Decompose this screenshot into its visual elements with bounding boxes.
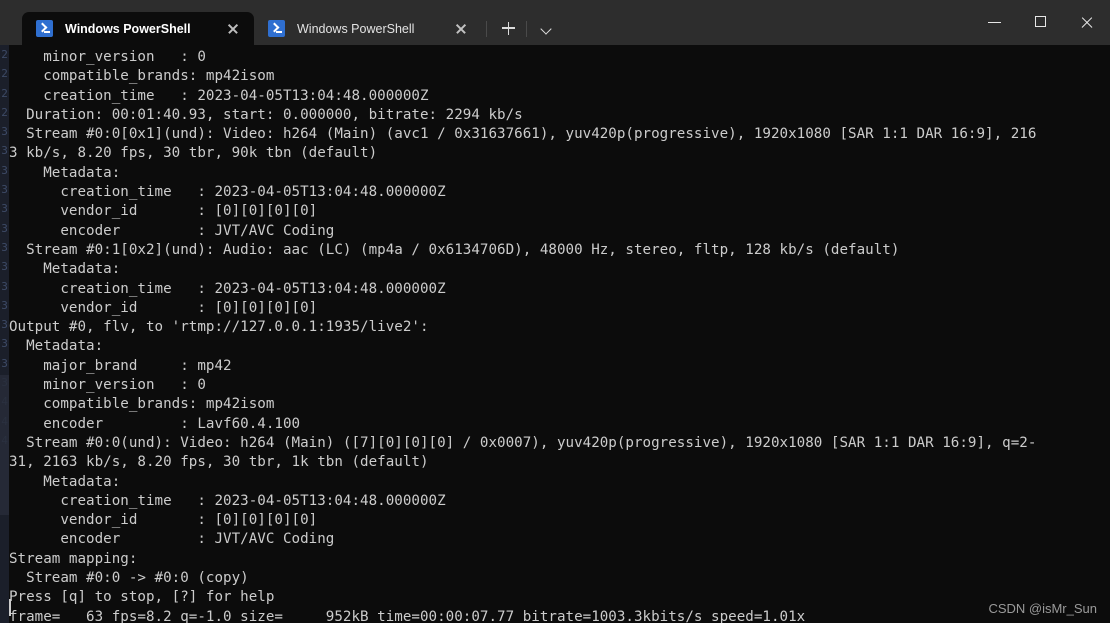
tab-windows-powershell-1[interactable]: Windows PowerShell (22, 12, 254, 45)
terminal-line: major_brand : mp42 (9, 357, 232, 374)
terminal-window: Windows PowerShell Windows PowerShell 2 2… (0, 0, 1110, 623)
terminal-line: encoder : Lavf60.4.100 (9, 415, 301, 432)
terminal-line: encoder : JVT/AVC Coding (9, 531, 335, 548)
gutter-line: 3 (1, 221, 8, 235)
terminal-line: Metadata: (9, 338, 104, 355)
gutter-line: 2 (1, 86, 8, 100)
terminal-line: Output #0, flv, to 'rtmp://127.0.0.1:193… (9, 319, 429, 336)
gutter-line (0, 585, 9, 604)
terminal-line: Metadata: (9, 473, 121, 490)
divider (526, 21, 527, 37)
terminal-line: vendor_id : [0][0][0][0] (9, 203, 318, 220)
gutter-line: 2 (1, 48, 8, 61)
gutter-line (0, 566, 9, 585)
terminal-line: Duration: 00:01:40.93, start: 0.000000, … (9, 106, 523, 123)
gutter-line: 2 (1, 105, 8, 119)
terminal-line: creation_time : 2023-04-05T13:04:48.0000… (9, 280, 446, 297)
close-icon[interactable] (220, 16, 246, 42)
gutter-line (0, 605, 9, 623)
tab-windows-powershell-2[interactable]: Windows PowerShell (254, 12, 482, 45)
terminal-line: Stream #0:0[0x1](und): Video: h264 (Main… (9, 126, 1037, 143)
terminal-line: Press [q] to stop, [?] for help (9, 589, 275, 606)
terminal-line: minor_version : 0 (9, 377, 206, 394)
gutter-line: 3 (1, 337, 8, 351)
gutter-line: 3 (1, 356, 8, 370)
window-controls (972, 0, 1110, 45)
gutter-line: 3 (1, 144, 8, 158)
gutter-line: 3 (1, 163, 8, 177)
gutter-line: 3 (1, 125, 8, 139)
scrollbar-thumb[interactable] (0, 375, 9, 515)
gutter-line-numbers: 222233333333333333444 (0, 45, 9, 623)
terminal-line: encoder : JVT/AVC Coding (9, 222, 335, 239)
text-cursor (9, 599, 11, 616)
tab-strip: Windows PowerShell Windows PowerShell (0, 0, 560, 45)
terminal-line: creation_time : 2023-04-05T13:04:48.0000… (9, 87, 429, 104)
terminal-line: minor_version : 0 (9, 49, 206, 65)
terminal-line: Stream mapping: (9, 550, 138, 567)
gutter-line: 3 (1, 279, 8, 293)
terminal-line: Metadata: (9, 261, 121, 278)
terminal-line: Stream #0:1[0x2](und): Audio: aac (LC) (… (9, 241, 900, 258)
terminal-line: Metadata: (9, 164, 121, 181)
terminal-line: 31, 2163 kb/s, 8.20 fps, 30 tbr, 1k tbn … (9, 454, 429, 471)
terminal-line: 3 kb/s, 8.20 fps, 30 tbr, 90k tbn (defau… (9, 145, 378, 162)
terminal-output[interactable]: minor_version : 0 compatible_brands: mp4… (9, 45, 1110, 623)
gutter-line: 3 (1, 298, 8, 312)
gutter-line (0, 527, 9, 546)
terminal-line: vendor_id : [0][0][0][0] (9, 299, 318, 316)
terminal-line: Stream #0:0(und): Video: h264 (Main) ([7… (9, 434, 1037, 451)
terminal-line: creation_time : 2023-04-05T13:04:48.0000… (9, 184, 446, 201)
gutter-line: 3 (1, 202, 8, 216)
divider (486, 21, 487, 37)
new-tab-button[interactable] (494, 14, 522, 42)
gutter-line: 3 (1, 183, 8, 197)
terminal-line: compatible_brands: mp42isom (9, 68, 275, 85)
powershell-icon (36, 20, 53, 37)
window-close-icon[interactable] (1064, 0, 1110, 45)
tab-title: Windows PowerShell (297, 21, 415, 36)
terminal-line: vendor_id : [0][0][0][0] (9, 512, 318, 529)
minimize-icon[interactable] (972, 0, 1018, 45)
powershell-icon (268, 20, 285, 37)
gutter-line (0, 547, 9, 566)
title-bar: Windows PowerShell Windows PowerShell (0, 0, 1110, 45)
gutter-line: 3 (1, 260, 8, 274)
gutter-line: 3 (1, 318, 8, 332)
gutter-line: 3 (1, 240, 8, 254)
chevron-down-icon[interactable] (534, 14, 560, 42)
tab-title: Windows PowerShell (65, 21, 191, 36)
maximize-icon[interactable] (1018, 0, 1064, 45)
terminal-line: compatible_brands: mp42isom (9, 396, 275, 413)
background-window-sliver: 222233333333333333444 (0, 45, 9, 623)
watermark: CSDN @isMr_Sun (988, 601, 1097, 616)
terminal-line: creation_time : 2023-04-05T13:04:48.0000… (9, 492, 446, 509)
terminal-line: frame= 63 fps=8.2 q=-1.0 size= 952kB tim… (9, 608, 806, 623)
close-icon[interactable] (448, 16, 474, 42)
terminal-line: Stream #0:0 -> #0:0 (copy) (9, 570, 249, 587)
gutter-line: 2 (1, 67, 8, 81)
